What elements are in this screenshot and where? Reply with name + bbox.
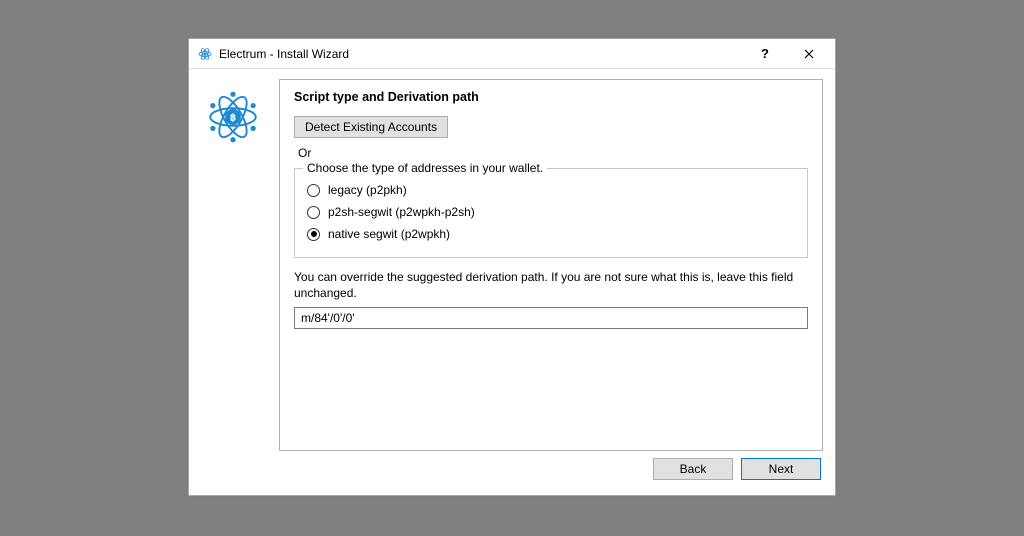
next-button[interactable]: Next [741,458,821,480]
titlebar: Electrum - Install Wizard ? [189,39,835,69]
install-wizard-window: Electrum - Install Wizard ? [188,38,836,496]
footer: Back Next [201,451,823,487]
app-icon [197,46,213,62]
detect-existing-accounts-button[interactable]: Detect Existing Accounts [294,116,448,138]
help-button[interactable]: ? [743,40,787,68]
back-button[interactable]: Back [653,458,733,480]
window-title: Electrum - Install Wizard [219,47,349,61]
radio-icon [307,206,320,219]
radio-legacy[interactable]: legacy (p2pkh) [307,179,795,201]
derivation-path-input[interactable] [294,307,808,329]
electrum-atom-icon: ฿ [205,89,261,451]
svg-text:฿: ฿ [230,113,236,124]
client-area: ฿ Script type and Derivation path Detect… [189,69,835,495]
radio-label: p2sh-segwit (p2wpkh-p2sh) [328,205,475,219]
close-button[interactable] [787,40,831,68]
radio-native-segwit[interactable]: native segwit (p2wpkh) [307,223,795,245]
radio-label: native segwit (p2wpkh) [328,227,450,241]
or-label: Or [298,146,808,160]
content-frame: Script type and Derivation path Detect E… [279,79,823,451]
override-help-text: You can override the suggested derivatio… [294,270,808,301]
groupbox-legend: Choose the type of addresses in your wal… [303,161,547,175]
logo-column: ฿ [201,79,265,451]
radio-icon [307,228,320,241]
section-heading: Script type and Derivation path [294,90,808,104]
address-type-groupbox: Choose the type of addresses in your wal… [294,168,808,258]
radio-p2sh-segwit[interactable]: p2sh-segwit (p2wpkh-p2sh) [307,201,795,223]
radio-icon [307,184,320,197]
radio-label: legacy (p2pkh) [328,183,407,197]
